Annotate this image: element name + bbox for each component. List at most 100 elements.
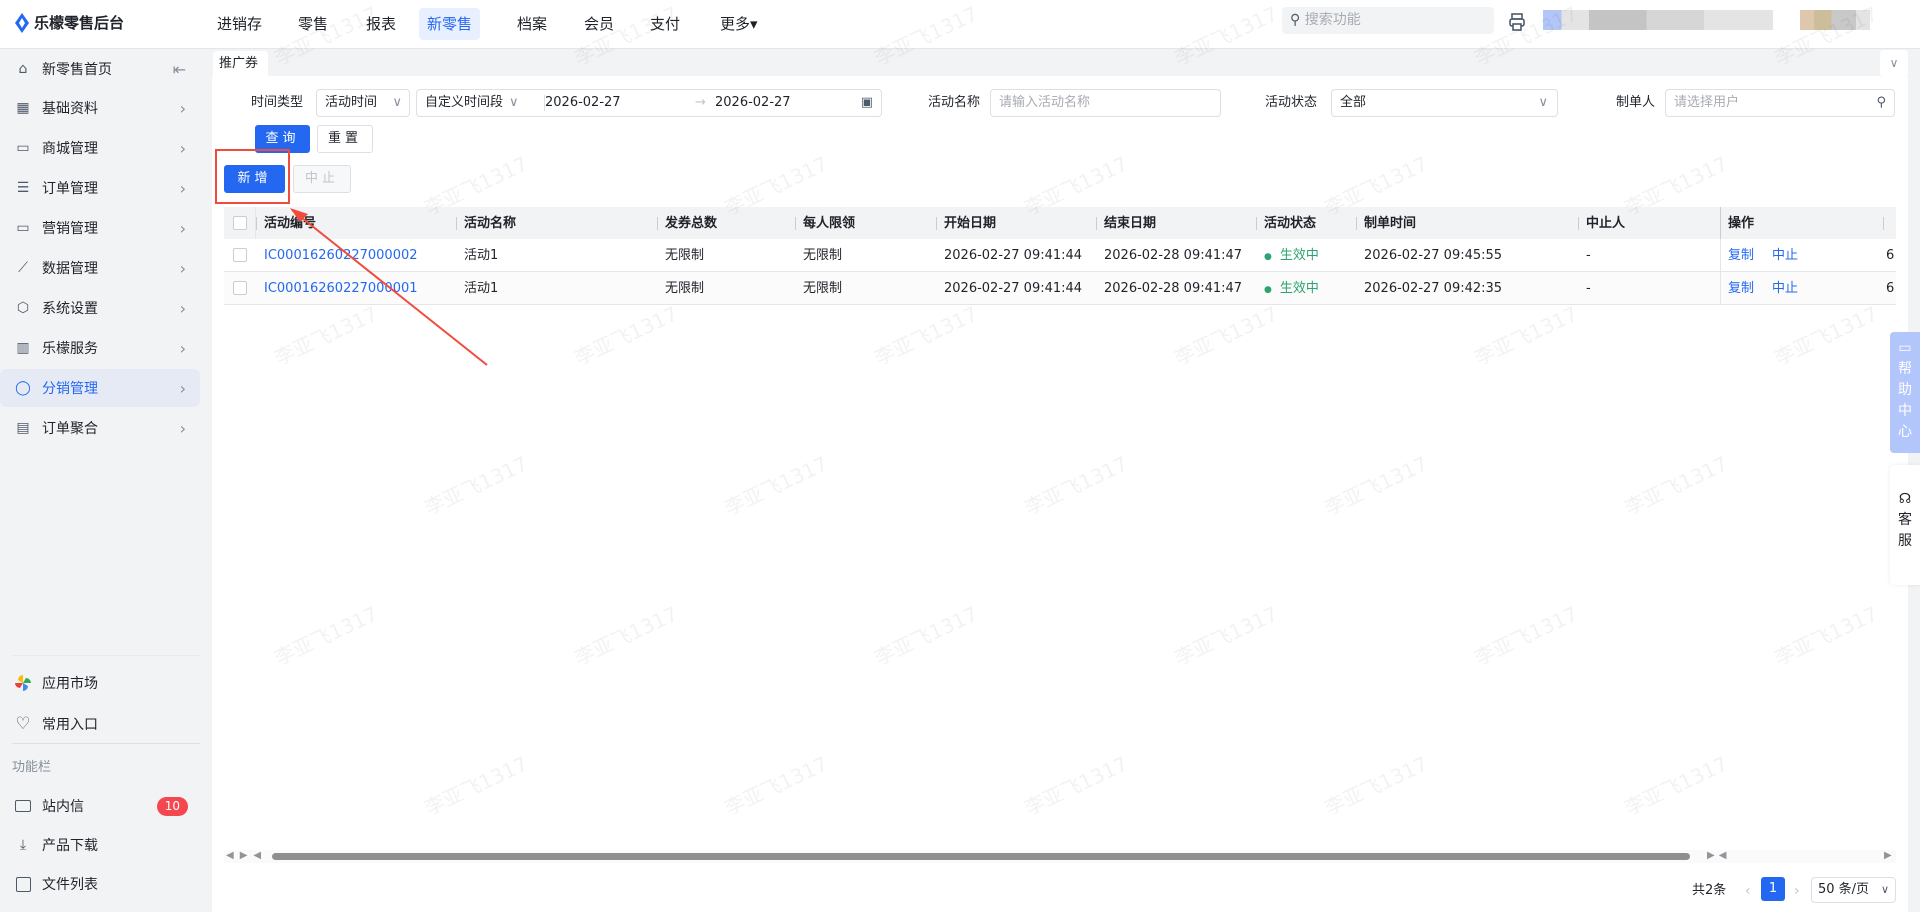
column-header[interactable]: 发券总数 — [656, 207, 717, 240]
sidebar-item-label: 分销管理 — [42, 381, 98, 397]
prev-page-button[interactable]: ‹ — [1745, 880, 1751, 902]
search-input[interactable]: ⚲ 搜索功能 — [1282, 7, 1494, 34]
page-size-select[interactable]: 50 条/页 ∨ — [1811, 877, 1896, 903]
chevron-right-icon[interactable]: › — [180, 139, 186, 158]
sidebar-item[interactable]: ☰ 订单管理 › — [0, 169, 200, 207]
chevron-right-icon[interactable]: › — [180, 299, 186, 318]
mail-icon — [14, 797, 32, 815]
customer-service-button[interactable]: ☊ 客服 — [1890, 465, 1920, 585]
topnav-item[interactable]: 档案 — [509, 8, 555, 40]
chart-icon: ⟋ — [18, 260, 28, 276]
topnav-item[interactable]: 零售 — [290, 8, 336, 40]
app-title: 乐檬零售后台 — [34, 14, 125, 32]
section-label: 功能栏 — [12, 760, 52, 775]
chevron-right-icon[interactable]: › — [180, 419, 186, 438]
topnav-item[interactable]: 支付 — [642, 8, 688, 40]
chevron-right-icon[interactable]: › — [180, 379, 186, 398]
sidebar-item[interactable]: ▤ 订单聚合 › — [0, 409, 200, 447]
date-range-picker[interactable]: 自定义时间段 ∨ 2026-02-27 → 2026-02-27 ▣ — [416, 89, 882, 117]
topnav-item[interactable]: 会员 — [576, 8, 622, 40]
placeholder: 请选择用户 — [1674, 95, 1740, 110]
select-all-checkbox[interactable] — [233, 216, 247, 230]
chevron-down-icon: ∨ — [392, 95, 402, 110]
file-list-icon — [14, 875, 32, 893]
creator-label: 制单人 — [1616, 95, 1656, 110]
row-checkbox[interactable] — [233, 281, 247, 295]
topnav-item[interactable]: 报表 — [358, 8, 404, 40]
cell-truncated: 6 — [1886, 281, 1895, 296]
activity-name-input[interactable]: 请输入活动名称 — [990, 89, 1221, 117]
collapse-icon[interactable]: ⇤ — [173, 60, 186, 79]
stop-link[interactable]: 中止 — [1772, 272, 1798, 305]
total-count: 共2条 — [1692, 883, 1727, 898]
column-header[interactable]: 中止人 — [1577, 207, 1625, 240]
topnav-item[interactable]: 新零售 — [419, 8, 481, 40]
sidebar-item[interactable]: ◯ 分销管理 › — [0, 369, 200, 407]
chevron-right-icon[interactable]: › — [180, 219, 186, 238]
topnav-item[interactable]: 更多▾ — [712, 8, 766, 40]
scroll-left-right-icon[interactable]: ◀▶◀ — [226, 850, 267, 861]
select-value: 50 条/页 — [1818, 882, 1870, 897]
sidebar-item[interactable]: ▦ 基础资料 › — [0, 89, 200, 127]
user-info-blurred[interactable] — [1543, 10, 1773, 30]
sidebar-item[interactable]: ▭ 商城管理 › — [0, 129, 200, 167]
sidebar-item[interactable]: ⟋ 数据管理 › — [0, 249, 200, 287]
sidebar-item-downloads[interactable]: ⤓ 产品下载 — [0, 826, 200, 864]
sidebar-item[interactable]: ▭ 营销管理 › — [0, 209, 200, 247]
horizontal-scrollbar-thumb[interactable] — [272, 853, 1690, 860]
status-label: 活动状态 — [1265, 95, 1318, 110]
sidebar-item-label: 常用入口 — [42, 717, 98, 733]
sidebar-item-files[interactable]: 文件列表 — [0, 865, 200, 903]
tab-promo-coupon[interactable]: 推广券 — [213, 51, 268, 76]
sidebar-item[interactable]: ⬡ 系统设置 › — [0, 289, 200, 327]
range-type-select[interactable]: 自定义时间段 — [425, 95, 503, 110]
calendar-icon[interactable]: ▣ — [861, 90, 873, 116]
print-icon[interactable] — [1507, 12, 1527, 32]
headset-icon: ☊ — [1898, 491, 1912, 507]
scroll-right-icon[interactable]: ▶◀ — [1707, 850, 1730, 861]
column-header[interactable]: 操作 — [1719, 207, 1754, 240]
next-page-button[interactable]: › — [1794, 880, 1800, 902]
copy-link[interactable]: 复制 — [1728, 272, 1754, 305]
column-header[interactable]: 开始日期 — [935, 207, 996, 240]
start-date[interactable]: 2026-02-27 — [545, 90, 621, 116]
chevron-right-icon[interactable]: › — [180, 339, 186, 358]
sidebar-item-messages[interactable]: 站内信 10 — [0, 787, 200, 825]
sidebar-item-favorites[interactable]: ♡ 常用入口 — [0, 705, 200, 743]
column-header[interactable]: 结束日期 — [1095, 207, 1156, 240]
stop-link[interactable]: 中止 — [1772, 239, 1798, 272]
column-header[interactable]: 活动状态 — [1255, 207, 1316, 240]
sidebar-item-label: 基础资料 — [42, 101, 98, 117]
placeholder: 请输入活动名称 — [999, 95, 1091, 110]
sidebar-item-app-market[interactable]: 应用市场 — [0, 664, 200, 702]
chevron-right-icon[interactable]: › — [180, 179, 186, 198]
store-icon: ▭ — [16, 140, 30, 156]
scroll-right-icon[interactable]: ▶ — [1884, 850, 1892, 861]
tabs-dropdown-button[interactable]: ∨ — [1880, 50, 1908, 76]
copy-link[interactable]: 复制 — [1728, 239, 1754, 272]
help-center-button[interactable]: ▭ 帮助中心 — [1890, 332, 1920, 453]
divider — [12, 743, 200, 744]
chevron-right-icon[interactable]: › — [180, 99, 186, 118]
app-logo[interactable]: 乐檬零售后台 — [14, 12, 124, 33]
stop-button[interactable]: 中止 — [293, 165, 351, 193]
cell-limit: 无限制 — [803, 248, 843, 263]
search-icon: ⚲ — [1876, 95, 1886, 110]
column-header[interactable]: 每人限领 — [794, 207, 855, 240]
chevron-down-icon: ∨ — [1538, 95, 1548, 110]
time-type-select[interactable]: 活动时间 ∨ — [316, 89, 410, 117]
sidebar-item[interactable]: ▥ 乐檬服务 › — [0, 329, 200, 367]
cell-total: 无限制 — [665, 248, 705, 263]
page-1-button[interactable]: 1 — [1761, 877, 1785, 901]
column-header[interactable]: 制单时间 — [1355, 207, 1416, 240]
creator-input[interactable]: 请选择用户 ⚲ — [1665, 89, 1895, 117]
topnav-item[interactable]: 进销存 — [209, 8, 270, 40]
avatar[interactable] — [1800, 10, 1870, 30]
chevron-right-icon[interactable]: › — [180, 259, 186, 278]
sidebar-item[interactable]: ⌂ 新零售首页 ⇤ — [0, 50, 200, 88]
status-select[interactable]: 全部 ∨ — [1331, 89, 1558, 117]
reset-button[interactable]: 重置 — [317, 125, 373, 153]
end-date[interactable]: 2026-02-27 — [715, 90, 791, 116]
sidebar-item-label: 商城管理 — [42, 141, 98, 157]
row-checkbox[interactable] — [233, 248, 247, 262]
